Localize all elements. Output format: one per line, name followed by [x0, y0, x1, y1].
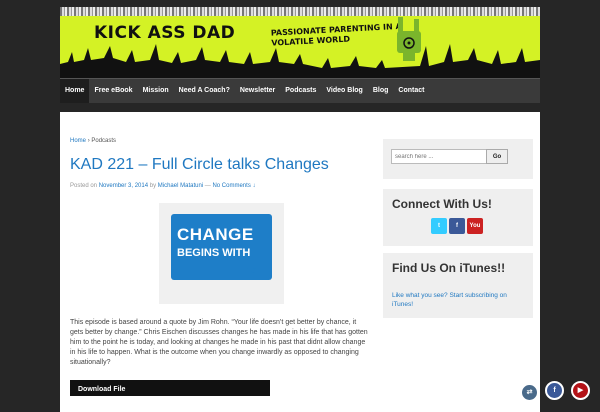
twitter-glyph: t [438, 223, 440, 229]
youtube-float-glyph: ▶ [577, 387, 584, 394]
post-image-line1: CHANGE [177, 225, 254, 244]
youtube-icon[interactable]: You [467, 218, 483, 234]
meta-dash: — [204, 183, 211, 189]
connect-widget: Connect With Us! t f You [383, 189, 533, 246]
nav-need-a-coach[interactable]: Need A Coach? [174, 79, 235, 103]
post-image-line2: BEGINS WITH [177, 247, 251, 259]
banner-texture [60, 7, 540, 16]
content-area: Home › Podcasts KAD 221 – Full Circle ta… [60, 112, 540, 412]
nav-video-blog[interactable]: Video Blog [321, 79, 367, 103]
main-nav: Home Free eBook Mission Need A Coach? Ne… [60, 78, 540, 103]
breadcrumb-separator: › [87, 138, 90, 144]
nav-podcasts[interactable]: Podcasts [280, 79, 321, 103]
post-author-link[interactable]: Michael Matatuni [158, 183, 203, 189]
nav-mission[interactable]: Mission [138, 79, 174, 103]
twitter-icon[interactable]: t [431, 218, 447, 234]
meta-by-label: by [149, 183, 157, 189]
breadcrumb-home-link[interactable]: Home [70, 138, 86, 144]
floating-share-icon[interactable]: ⇄ [520, 383, 539, 402]
site: KICK ASS DAD PASSIONATE PARENTING IN A V… [60, 7, 540, 412]
post-date-link[interactable]: November 3, 2014 [99, 183, 148, 189]
palm-skyline [60, 44, 540, 78]
youtube-glyph: You [469, 223, 481, 229]
post-body: This episode is based around a quote by … [70, 319, 368, 366]
post-image-line3: me. [242, 265, 260, 276]
post-image: CHANGE BEGINS WITH me. [159, 203, 284, 304]
meta-posted-label: Posted on [70, 183, 98, 189]
breadcrumb-current: Podcasts [91, 138, 117, 144]
download-file-button[interactable]: Download File [70, 380, 270, 396]
nav-blog[interactable]: Blog [368, 79, 394, 103]
search-widget: Go [383, 139, 533, 179]
search-input[interactable] [391, 149, 487, 164]
nav-contact[interactable]: Contact [393, 79, 429, 103]
share-glyph: ⇄ [526, 389, 533, 396]
post-title[interactable]: KAD 221 – Full Circle talks Changes [70, 156, 329, 174]
facebook-glyph: f [456, 223, 458, 229]
header-banner[interactable]: KICK ASS DAD PASSIONATE PARENTING IN A V… [60, 7, 540, 78]
nav-newsletter[interactable]: Newsletter [235, 79, 280, 103]
download-file-label: Download File [78, 386, 126, 393]
floating-youtube-icon[interactable]: ▶ [571, 381, 590, 400]
facebook-icon[interactable]: f [449, 218, 465, 234]
nav-home[interactable]: Home [60, 79, 90, 103]
post-meta: Posted on November 3, 2014 by Michael Ma… [70, 183, 255, 189]
connect-title: Connect With Us! [392, 197, 492, 211]
search-go-button[interactable]: Go [486, 149, 508, 164]
itunes-widget: Find Us On iTunes!! Like what you see? S… [383, 253, 533, 318]
itunes-subscribe-link[interactable]: Like what you see? Start subscribing on … [392, 291, 522, 309]
nav-free-ebook[interactable]: Free eBook [89, 79, 137, 103]
breadcrumb: Home › Podcasts [70, 138, 116, 144]
floating-facebook-icon[interactable]: f [545, 381, 564, 400]
itunes-title: Find Us On iTunes!! [392, 261, 506, 275]
facebook-float-glyph: f [553, 387, 556, 394]
post-comments-link[interactable]: No Comments ↓ [212, 183, 255, 189]
